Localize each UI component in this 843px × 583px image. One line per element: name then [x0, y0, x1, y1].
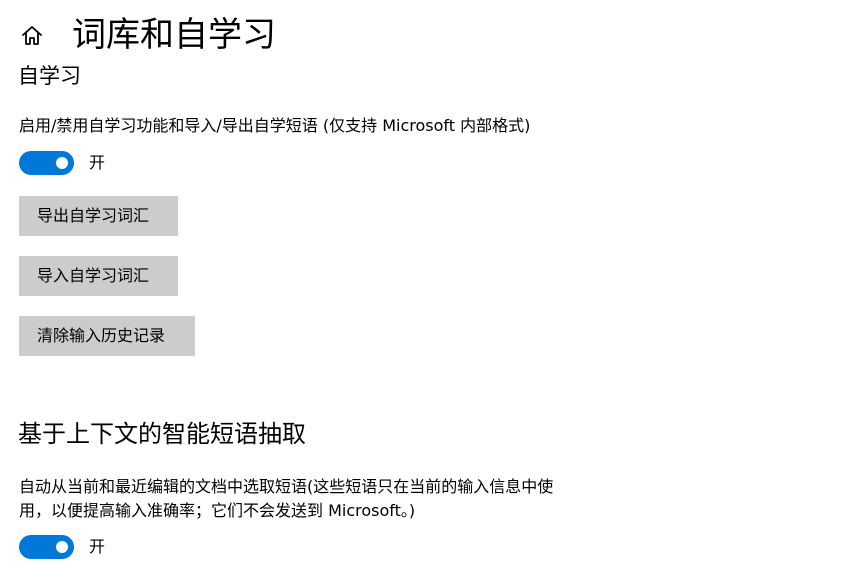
- section-title-self-learning: 自学习: [18, 64, 81, 88]
- toggle-knob: [56, 541, 68, 553]
- home-icon[interactable]: [20, 24, 44, 48]
- contextual-extraction-toggle-label: 开: [89, 537, 106, 556]
- import-self-learning-button[interactable]: 导入自学习词汇: [19, 256, 178, 296]
- toggle-knob: [56, 157, 68, 169]
- self-learning-description: 启用/禁用自学习功能和导入/导出自学短语 (仅支持 Microsoft 内部格式…: [19, 116, 531, 135]
- self-learning-toggle[interactable]: [19, 151, 74, 175]
- contextual-extraction-toggle[interactable]: [19, 535, 74, 559]
- self-learning-toggle-label: 开: [89, 153, 106, 172]
- section-title-contextual-extraction: 基于上下文的智能短语抽取: [18, 420, 306, 448]
- clear-input-history-button[interactable]: 清除输入历史记录: [19, 316, 195, 356]
- page-title: 词库和自学习: [72, 15, 276, 55]
- contextual-extraction-description: 自动从当前和最近编辑的文档中选取短语(这些短语只在当前的输入信息中使用，以便提高…: [19, 477, 554, 520]
- export-self-learning-button[interactable]: 导出自学习词汇: [19, 196, 178, 236]
